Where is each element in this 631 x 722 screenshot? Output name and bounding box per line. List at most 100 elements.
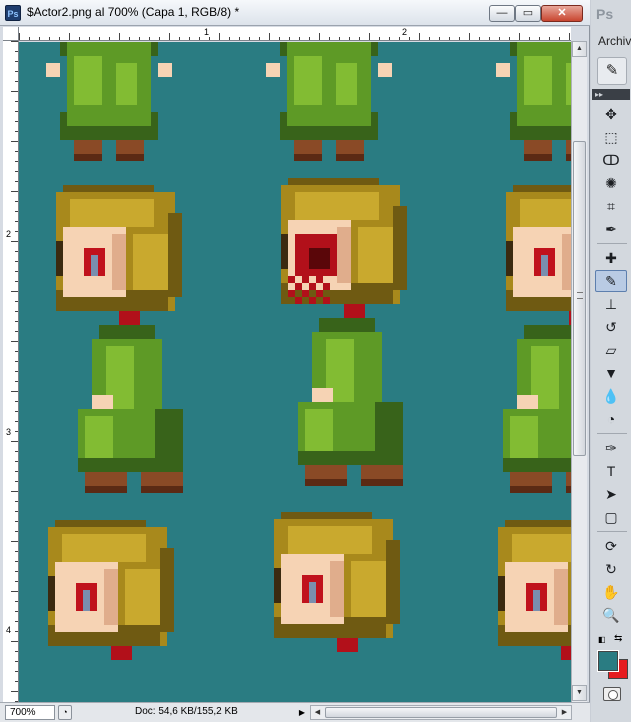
- vertical-scrollbar[interactable]: ▲ ▼: [571, 41, 587, 702]
- ruler-tick: [409, 37, 410, 40]
- ruler-tick: [15, 621, 18, 622]
- brush-icon[interactable]: ✎: [597, 57, 627, 85]
- paint-bucket-tool-icon[interactable]: ▼: [595, 362, 627, 384]
- eyedropper-tool-icon[interactable]: ✒: [595, 218, 627, 240]
- ruler-tick: [169, 33, 170, 40]
- tools-panel-header[interactable]: ▸▸: [592, 89, 630, 100]
- horizontal-scrollbar[interactable]: ◀ ▶: [310, 705, 572, 720]
- ruler-tick: [11, 141, 18, 142]
- tool-separator: [597, 531, 627, 532]
- ruler-tick: [269, 33, 270, 40]
- scroll-up-arrow-icon[interactable]: ▲: [572, 41, 587, 57]
- right-panel: Ps Archiv ✎ ▸▸ ✥ ⬚ ↀ ✺ ⌗ ✒ ✚ ✎ ⊥ ↺ ▱ ▼ 💧 ◔ ✑ T ➤ ▢ ⟳ ↻ ✋ 🔍: [591, 0, 631, 722]
- ruler-tick: [15, 51, 18, 52]
- eraser-tool-icon[interactable]: ▱: [595, 339, 627, 361]
- close-button[interactable]: ✕: [541, 5, 583, 22]
- ruler-tick: [339, 37, 340, 40]
- ruler-tick: [219, 33, 220, 40]
- ruler-tick: [279, 37, 280, 40]
- ruler-tick: [289, 37, 290, 40]
- horizontal-ruler[interactable]: 1 2: [19, 27, 571, 41]
- type-tool-icon[interactable]: T: [595, 460, 627, 482]
- 3d-orbit-tool-icon[interactable]: ↻: [595, 558, 627, 580]
- lasso-tool-icon[interactable]: ↀ: [595, 149, 627, 171]
- status-info-icon[interactable]: ◔: [58, 705, 72, 720]
- ruler-tick: [11, 491, 18, 492]
- ruler-tick: [11, 641, 18, 642]
- ruler-tick: [509, 37, 510, 40]
- ruler-tick: [15, 461, 18, 462]
- tool-separator: [597, 243, 627, 244]
- ruler-tick: [15, 181, 18, 182]
- title-bar[interactable]: Ps $Actor2.png al 700% (Capa 1, RGB/8) *…: [0, 0, 590, 26]
- status-menu-arrow-icon[interactable]: ▶: [296, 706, 308, 719]
- quick-mask-icon[interactable]: [603, 687, 621, 701]
- ruler-tick: [15, 251, 18, 252]
- ruler-tick: [519, 33, 520, 40]
- ruler-origin[interactable]: [3, 27, 19, 41]
- status-bar: 700% ◔ Doc: 54,6 KB/155,2 KB ▶ ◀ ▶: [0, 702, 590, 722]
- healing-brush-tool-icon[interactable]: ✚: [595, 247, 627, 269]
- ruler-tick: [15, 421, 18, 422]
- ruler-tick: [389, 37, 390, 40]
- crop-tool-icon[interactable]: ⌗: [595, 195, 627, 217]
- ruler-tick: [489, 37, 490, 40]
- swap-colors-icon[interactable]: ⇆: [614, 633, 622, 644]
- ruler-tick: [15, 411, 18, 412]
- move-tool-icon[interactable]: ✥: [595, 103, 627, 125]
- ruler-label: 3: [6, 427, 12, 437]
- ruler-tick: [15, 301, 18, 302]
- ruler-tick: [429, 37, 430, 40]
- ruler-tick: [15, 311, 18, 312]
- default-colors-icon[interactable]: ◧: [598, 635, 606, 644]
- ruler-tick: [15, 611, 18, 612]
- quick-selection-tool-icon[interactable]: ✺: [595, 172, 627, 194]
- dodge-tool-icon[interactable]: ◔: [595, 408, 627, 430]
- ruler-tick: [419, 33, 420, 40]
- ruler-tick: [539, 37, 540, 40]
- ruler-tick: [39, 37, 40, 40]
- shape-tool-icon[interactable]: ▢: [595, 506, 627, 528]
- ruler-tick: [15, 261, 18, 262]
- zoom-tool-icon[interactable]: 🔍: [595, 604, 627, 626]
- pen-tool-icon[interactable]: ✑: [595, 437, 627, 459]
- history-brush-tool-icon[interactable]: ↺: [595, 316, 627, 338]
- photoshop-app: Ps $Actor2.png al 700% (Capa 1, RGB/8) *…: [0, 0, 631, 722]
- ruler-tick: [209, 37, 210, 40]
- vertical-scroll-thumb[interactable]: [573, 141, 586, 456]
- foreground-color-swatch[interactable]: [597, 650, 619, 672]
- ruler-tick: [15, 351, 18, 352]
- clone-stamp-tool-icon[interactable]: ⊥: [595, 293, 627, 315]
- 3d-rotate-tool-icon[interactable]: ⟳: [595, 535, 627, 557]
- blur-tool-icon[interactable]: 💧: [595, 385, 627, 407]
- ruler-tick: [99, 37, 100, 40]
- ruler-tick: [15, 151, 18, 152]
- ruler-tick: [299, 37, 300, 40]
- vertical-ruler[interactable]: 2 3 4: [3, 41, 19, 702]
- path-selection-tool-icon[interactable]: ➤: [595, 483, 627, 505]
- ruler-tick: [49, 37, 50, 40]
- image-canvas[interactable]: [19, 42, 571, 702]
- hand-tool-icon[interactable]: ✋: [595, 581, 627, 603]
- horizontal-scroll-thumb[interactable]: [325, 707, 557, 718]
- scroll-down-arrow-icon[interactable]: ▼: [572, 685, 587, 701]
- ruler-tick: [11, 291, 18, 292]
- ruler-tick: [369, 33, 370, 40]
- archivo-panel-tab[interactable]: Archiv: [598, 34, 631, 48]
- ruler-tick: [15, 401, 18, 402]
- document-title: $Actor2.png al 700% (Capa 1, RGB/8) *: [27, 5, 240, 19]
- maximize-button[interactable]: ▭: [515, 5, 541, 22]
- ruler-tick: [15, 361, 18, 362]
- scroll-right-arrow-icon[interactable]: ▶: [558, 706, 571, 719]
- ruler-label: 4: [6, 625, 12, 635]
- zoom-level-field[interactable]: 700%: [5, 705, 55, 720]
- brush-tool-icon[interactable]: ✎: [595, 270, 627, 292]
- ruler-label: 1: [204, 27, 210, 37]
- marquee-tool-icon[interactable]: ⬚: [595, 126, 627, 148]
- ruler-tick: [11, 441, 18, 442]
- ruler-tick: [15, 171, 18, 172]
- scroll-left-arrow-icon[interactable]: ◀: [311, 706, 324, 719]
- ruler-tick: [109, 37, 110, 40]
- minimize-button[interactable]: —: [489, 5, 515, 22]
- ruler-tick: [259, 37, 260, 40]
